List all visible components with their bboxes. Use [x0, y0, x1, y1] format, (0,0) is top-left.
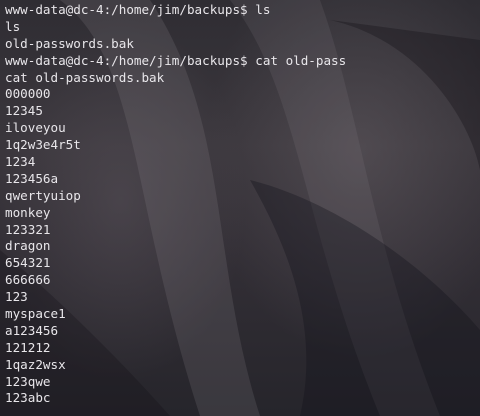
output-line: monkey: [5, 204, 51, 220]
output-line: iloveyou: [5, 120, 66, 136]
output-line: 12345: [5, 103, 43, 119]
output-line: 123abc: [5, 390, 51, 406]
prompt-line: www-data@dc-4:/home/jim/backups$ ls: [5, 2, 480, 19]
output-line: 123456a: [5, 170, 59, 186]
command-text: cat old-pass: [255, 52, 347, 68]
output-line: 123qwe: [5, 373, 51, 389]
output-line: a123456: [5, 322, 59, 338]
output-line: myspace1: [5, 306, 66, 322]
output-line: 123: [5, 289, 28, 305]
output-line: 654321: [5, 255, 51, 271]
output-line: old-passwords.bak: [5, 35, 134, 51]
output-line: 1qaz2wsx: [5, 356, 66, 372]
output-line: 121212: [5, 339, 51, 355]
output-line: 000000: [5, 86, 51, 102]
output-line: 666666: [5, 272, 51, 288]
command-text: ls: [255, 2, 271, 17]
output-line: 1q2w3e4r5t: [5, 137, 81, 153]
shell-prompt: www-data@dc-4:/home/jim/backups$: [5, 52, 248, 68]
output-line: 123321: [5, 221, 51, 237]
output-line: ls: [5, 18, 21, 34]
output-line: dragon: [5, 238, 51, 254]
prompt-line: www-data@dc-4:/home/jim/backups$ cat old…: [5, 53, 480, 70]
output-line: qwertyuiop: [5, 187, 81, 203]
output-line: cat old-passwords.bak: [5, 69, 165, 85]
shell-prompt: www-data@dc-4:/home/jim/backups$: [5, 2, 248, 17]
output-line: 1234: [5, 154, 36, 170]
terminal-output[interactable]: www-data@dc-4:/home/jim/backups$ ls ls old…: [0, 0, 480, 416]
